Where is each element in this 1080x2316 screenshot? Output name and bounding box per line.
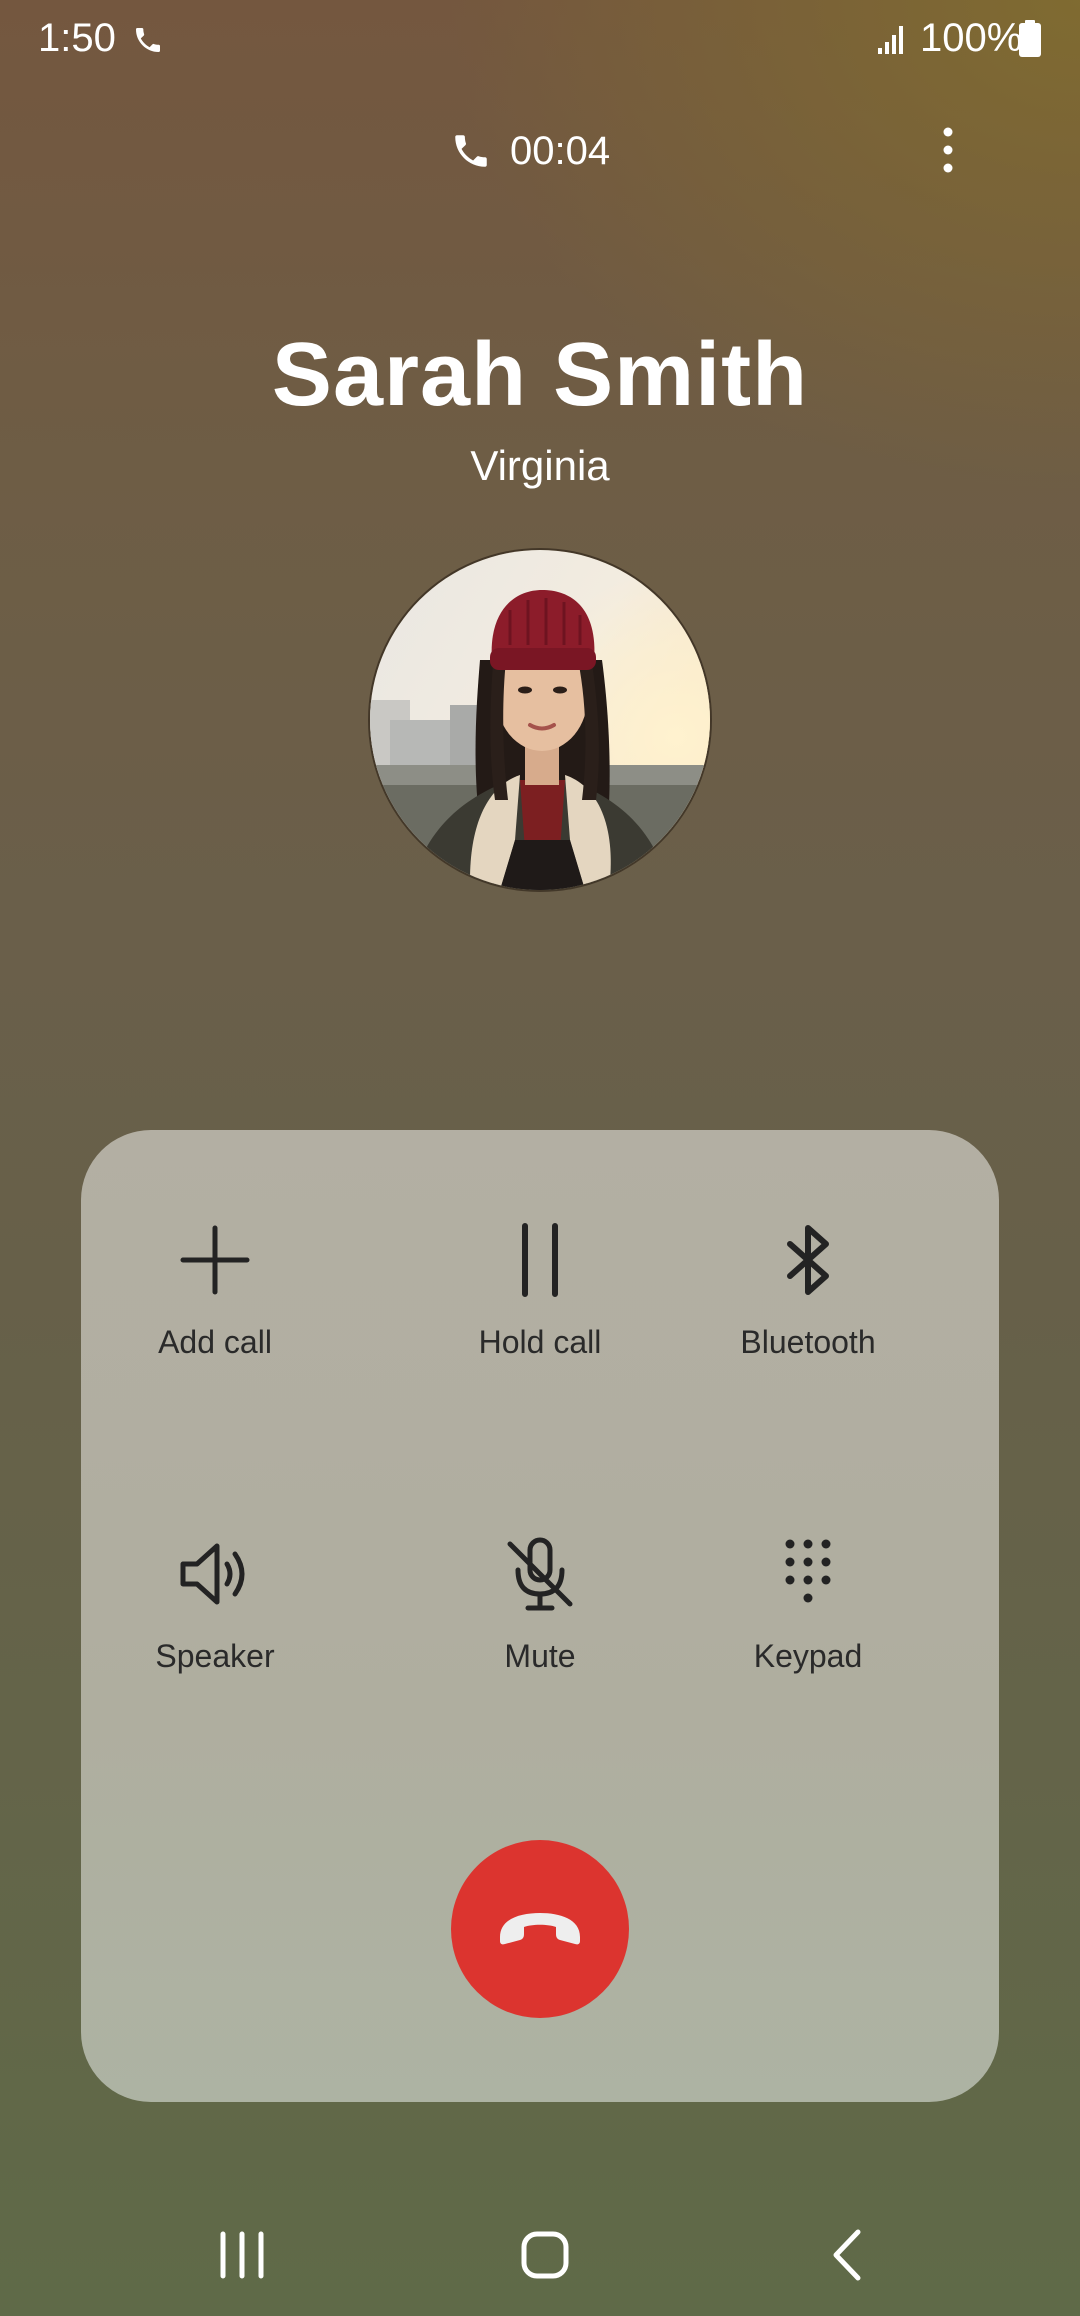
keypad-button[interactable]: Keypad [674, 1534, 942, 1734]
more-options-icon[interactable] [928, 120, 968, 180]
call-icon [136, 28, 160, 52]
keypad-label: Keypad [753, 1638, 863, 1674]
bluetooth-icon [787, 1225, 829, 1295]
keypad-icon [785, 1539, 831, 1603]
end-call-button[interactable] [451, 1840, 629, 2018]
back-icon[interactable] [812, 2220, 882, 2290]
mic-off-icon [507, 1537, 573, 1611]
battery-percent: 100% [920, 16, 1023, 60]
recents-icon[interactable] [207, 2220, 277, 2290]
end-call-icon [500, 1913, 580, 1945]
speaker-label: Speaker [155, 1638, 275, 1674]
add-call-button[interactable]: Add call [81, 1220, 349, 1420]
add-call-label: Add call [158, 1324, 272, 1360]
battery-icon [1019, 20, 1041, 57]
bluetooth-button[interactable]: Bluetooth [674, 1220, 942, 1420]
mute-label: Mute [504, 1638, 576, 1674]
pause-icon [522, 1223, 558, 1297]
call-timer: 00:04 [510, 128, 611, 173]
home-icon[interactable] [510, 2220, 580, 2290]
bluetooth-label: Bluetooth [740, 1324, 876, 1360]
status-bar: 1:50 100% [0, 0, 1080, 80]
speaker-button[interactable]: Speaker [81, 1534, 349, 1734]
hold-call-label: Hold call [478, 1324, 602, 1360]
status-time: 1:50 [38, 16, 116, 60]
contact-avatar [370, 550, 710, 890]
hold-call-button[interactable]: Hold call [406, 1220, 674, 1420]
navigation-bar [0, 2210, 1080, 2300]
call-header: 00:04 [0, 120, 1080, 180]
contact-location: Virginia [470, 442, 610, 489]
call-timer-group: 00:04 [450, 126, 610, 176]
phone-icon [455, 135, 487, 167]
speaker-icon [180, 1543, 245, 1605]
contact-name: Sarah Smith [271, 325, 809, 425]
call-controls-panel: Add call Hold call Bluetooth Speaker Mut… [81, 1130, 999, 2102]
plus-icon [180, 1225, 250, 1295]
signal-icon [878, 26, 903, 54]
mute-button[interactable]: Mute [406, 1534, 674, 1734]
